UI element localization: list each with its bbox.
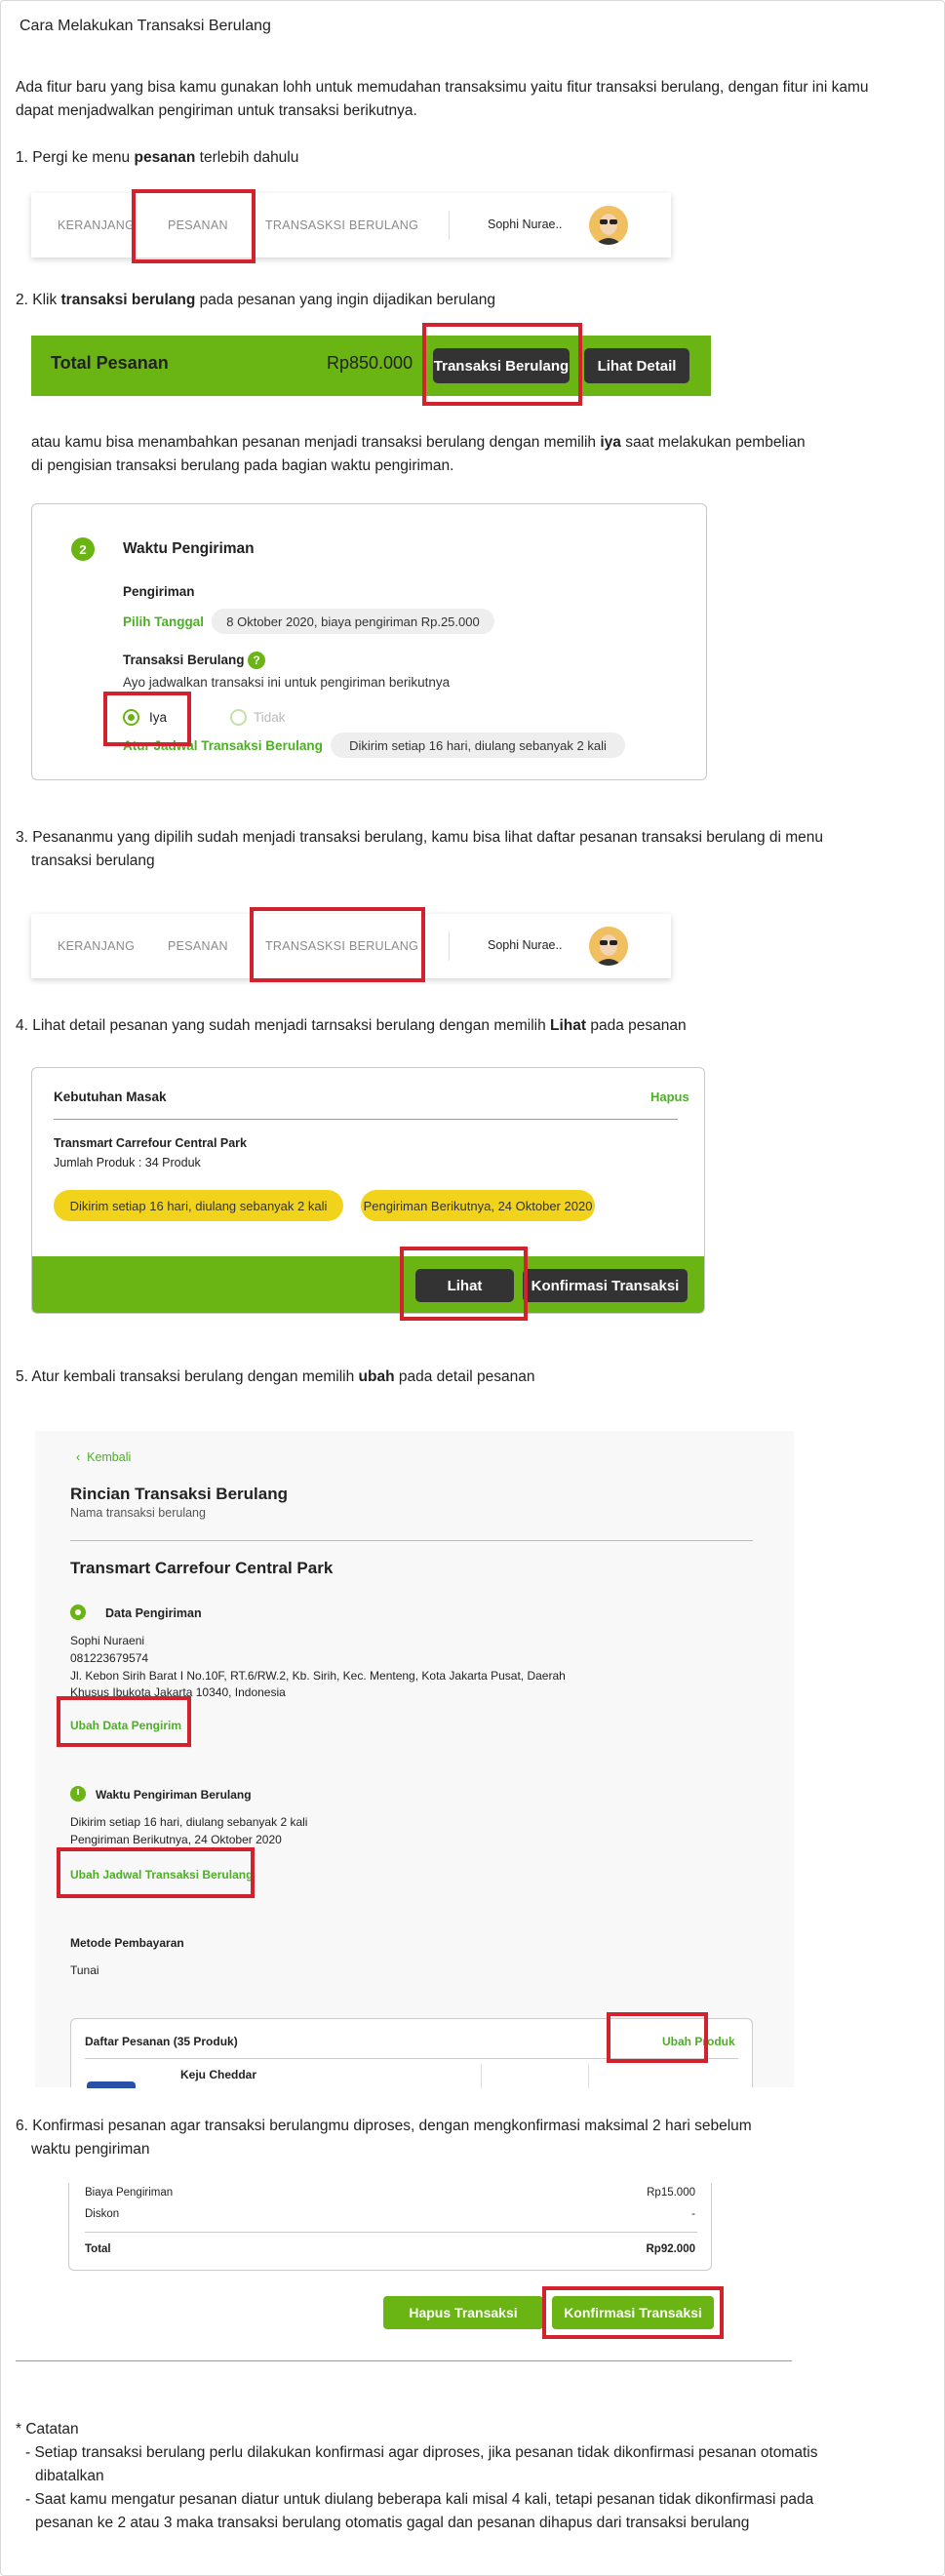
note-2-line-1: - Saat kamu mengatur pesanan diatur untu… (25, 2491, 814, 2508)
tab-keranjang[interactable]: KERANJANG (58, 218, 135, 232)
highlight-ubah-data-pengirim (57, 1696, 191, 1747)
highlight-iya (103, 692, 191, 746)
highlight-lihat (400, 1247, 528, 1321)
step-3-line-2: transaksi berulang (31, 852, 155, 869)
summary-box: Biaya Pengiriman Rp15.000 Diskon - Total… (68, 2183, 712, 2271)
pick-date-link[interactable]: Pilih Tanggal (123, 614, 204, 629)
section-divider (16, 2360, 792, 2361)
shipping-cost-value: Rp15.000 (647, 2187, 695, 2199)
recipient-name: Sophi Nuraeni (70, 1634, 145, 1647)
detail-title: Rincian Transaksi Berulang (70, 1485, 288, 1503)
detail-panel: ‹ Kembali Rincian Transaksi Berulang Nam… (35, 1431, 794, 2088)
payment-value: Tunai (70, 1963, 99, 1977)
step-5: 5. Atur kembali transaksi berulang denga… (16, 1368, 535, 1385)
nav-divider (449, 931, 450, 961)
nav-bar-1: KERANJANG PESANAN TRANSASKSI BERULANG So… (31, 193, 671, 258)
payment-label: Metode Pembayaran (70, 1936, 184, 1950)
highlight-ubah-jadwal (57, 1847, 255, 1898)
schedule-line-2: Pengiriman Berikutnya, 24 Oktober 2020 (70, 1833, 282, 1846)
tab-pesanan[interactable]: PESANAN (168, 939, 228, 953)
ship-data-label: Data Pengiriman (105, 1606, 202, 1620)
column-divider (588, 2064, 589, 2088)
detail-subtitle: Nama transaksi berulang (70, 1506, 206, 1520)
radio-no-label: Tidak (254, 710, 286, 725)
frequency-pill: Dikirim setiap 16 hari, diulang sebanyak… (54, 1190, 343, 1221)
recurring-label: Transaksi Berulang (123, 653, 245, 667)
divider (70, 1540, 753, 1541)
step-1: 1. Pergi ke menu pesanan terlebih dahulu (16, 149, 299, 166)
shipping-heading: Waktu Pengiriman (123, 540, 255, 557)
divider (85, 2232, 697, 2233)
highlight-pesanan (132, 189, 256, 263)
note-1-line-2: dibatalkan (35, 2468, 104, 2484)
tab-keranjang[interactable]: KERANJANG (58, 939, 135, 953)
date-value: 8 Oktober 2020, biaya pengiriman Rp.25.0… (212, 609, 494, 634)
step-3-line-1: 3. Pesananmu yang dipilih sudah menjadi … (16, 829, 824, 846)
hapus-transaksi-button[interactable]: Hapus Transaksi (383, 2296, 543, 2329)
page-title: Cara Melakukan Transaksi Berulang (20, 18, 271, 34)
avatar[interactable] (589, 206, 628, 245)
delete-link[interactable]: Hapus (650, 1090, 689, 1104)
notes-heading: * Catatan (16, 2421, 79, 2437)
step-number: 2 (71, 537, 95, 561)
konfirmasi-transaksi-button[interactable]: Konfirmasi Transaksi (523, 1269, 688, 1302)
highlight-transaksi-berulang (422, 323, 582, 406)
recurring-order-card: Kebutuhan Masak Hapus Transmart Carrefou… (31, 1067, 705, 1314)
discount-value: - (691, 2208, 695, 2220)
radio-no[interactable] (230, 709, 247, 726)
address-line-1: Jl. Kebon Sirih Barat I No.10F, RT.6/RW.… (70, 1669, 566, 1683)
step-2: 2. Klik transaksi berulang pada pesanan … (16, 292, 496, 308)
next-delivery-pill: Pengiriman Berikutnya, 24 Oktober 2020 (361, 1190, 595, 1221)
order-total-label: Total Pesanan (51, 353, 169, 373)
alt-line-1: atau kamu bisa menambahkan pesanan menja… (31, 434, 806, 451)
user-name[interactable]: Sophi Nurae.. (488, 938, 562, 952)
discount-label: Diskon (85, 2208, 120, 2220)
step-6-line-2: waktu pengiriman (31, 2141, 150, 2158)
tab-transaksi-berulang[interactable]: TRANSASKSI BERULANG (265, 218, 418, 232)
pengiriman-label: Pengiriman (123, 584, 195, 599)
user-name[interactable]: Sophi Nurae.. (488, 218, 562, 231)
note-1-line-1: - Setiap transaksi berulang perlu dilaku… (25, 2444, 818, 2461)
store-title: Transmart Carrefour Central Park (70, 1559, 334, 1577)
step-6-line-1: 6. Konfirmasi pesanan agar transaksi ber… (16, 2118, 752, 2134)
schedule-value: Dikirim setiap 16 hari, diulang sebanyak… (331, 733, 625, 758)
intro-line-2: dapat menjadwalkan pengiriman untuk tran… (16, 102, 417, 119)
help-icon[interactable]: ? (248, 652, 265, 669)
store-name: Transmart Carrefour Central Park (54, 1136, 247, 1150)
recurring-hint: Ayo jadwalkan transaksi ini untuk pengir… (123, 675, 451, 690)
shipping-cost-label: Biaya Pengiriman (85, 2187, 174, 2199)
product-thumbnail (87, 2081, 136, 2088)
schedule-line-1: Dikirim setiap 16 hari, diulang sebanyak… (70, 1815, 308, 1829)
note-2-line-2: pesanan ke 2 atau 3 maka transaksi berul… (35, 2515, 750, 2531)
total-label: Total (85, 2243, 111, 2255)
order-total-amount: Rp850.000 (327, 353, 413, 373)
back-link[interactable]: ‹ Kembali (76, 1450, 131, 1464)
ship-time-label: Waktu Pengiriman Berulang (96, 1788, 252, 1802)
intro-line-1: Ada fitur baru yang bisa kamu gunakan lo… (16, 79, 869, 96)
product-name: Keju Cheddar (180, 2068, 257, 2081)
divider (54, 1119, 678, 1120)
lihat-detail-button[interactable]: Lihat Detail (584, 348, 689, 383)
column-divider (481, 2064, 482, 2088)
avatar[interactable] (589, 927, 628, 966)
total-value: Rp92.000 (646, 2243, 695, 2255)
product-count: Jumlah Produk : 34 Produk (54, 1156, 201, 1169)
highlight-transaksi-berulang-tab (250, 907, 425, 982)
order-name: Kebutuhan Masak (54, 1090, 167, 1104)
alt-line-2: di pengisian transaksi berulang pada bag… (31, 457, 454, 474)
order-list-label: Daftar Pesanan (35 Produk) (85, 2035, 238, 2048)
recipient-phone: 081223679574 (70, 1651, 149, 1665)
highlight-konfirmasi (542, 2286, 724, 2339)
clock-icon (70, 1786, 86, 1802)
nav-divider (449, 211, 450, 240)
highlight-ubah-produk (607, 2012, 708, 2063)
chevron-left-icon: ‹ (76, 1450, 88, 1464)
step-4: 4. Lihat detail pesanan yang sudah menja… (16, 1017, 687, 1034)
location-icon (70, 1605, 86, 1620)
order-bar: Total Pesanan Rp850.000 Transaksi Berula… (31, 336, 711, 396)
